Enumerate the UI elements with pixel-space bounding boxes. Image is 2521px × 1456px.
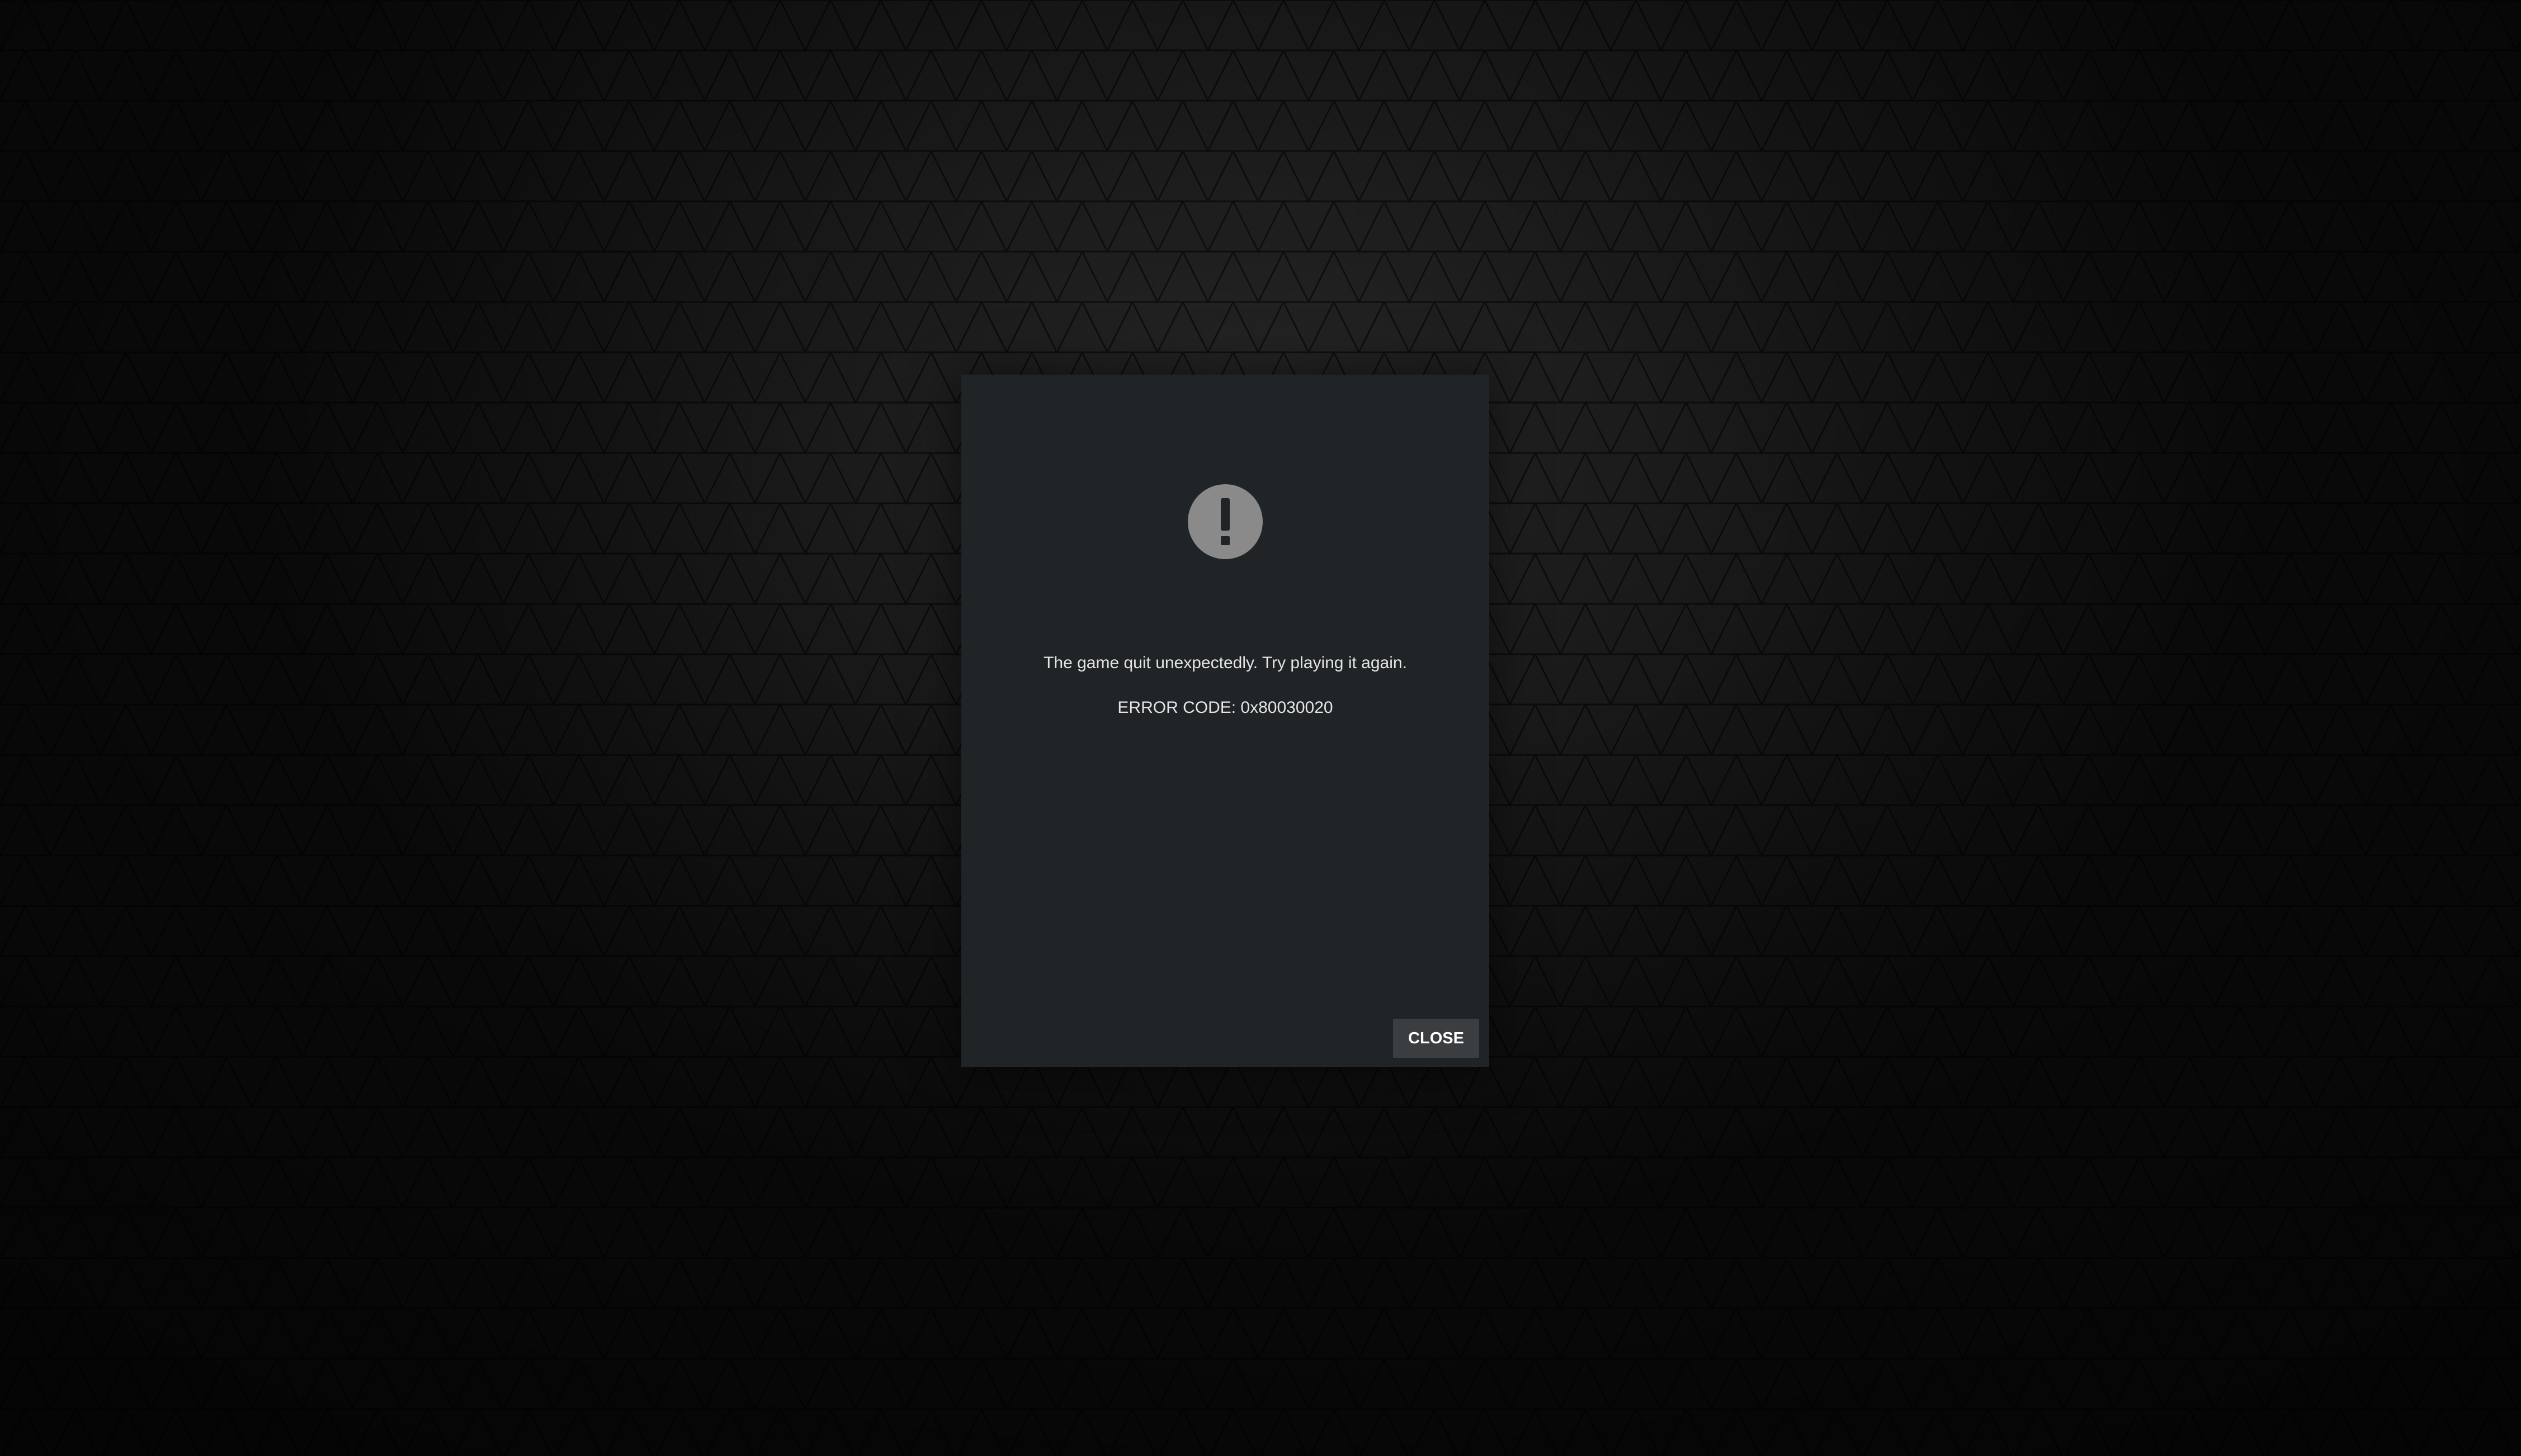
error-code: ERROR CODE: 0x80030020 [1117, 698, 1333, 717]
error-message: The game quit unexpectedly. Try playing … [1044, 654, 1407, 672]
close-button[interactable]: CLOSE [1393, 1019, 1479, 1058]
error-dialog: The game quit unexpectedly. Try playing … [961, 375, 1489, 1067]
exclamation-circle-icon [1188, 484, 1263, 559]
